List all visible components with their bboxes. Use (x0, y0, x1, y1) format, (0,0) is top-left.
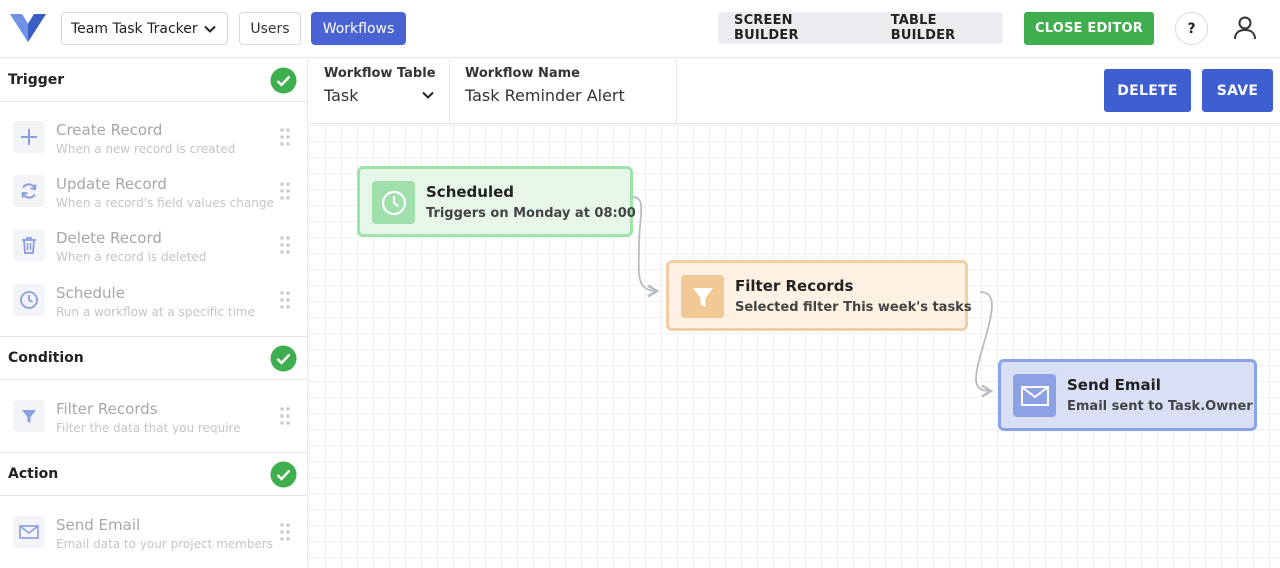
workflow-name-value[interactable]: Task Reminder Alert (465, 86, 625, 105)
item-title: Schedule (56, 284, 125, 302)
check-circle-icon (270, 67, 297, 94)
workflow-name-field[interactable]: Workflow Name Task Reminder Alert (450, 59, 677, 124)
item-subtitle: When a new record is created (56, 142, 236, 156)
item-subtitle: When a record's field values change (56, 196, 274, 210)
item-title: Send Email (56, 516, 141, 534)
section-trigger-header: Trigger (0, 59, 307, 102)
workflow-node-send-email[interactable]: Send Email Email sent to Task.Owner (998, 359, 1257, 431)
trash-icon (13, 229, 45, 261)
workflow-name-label: Workflow Name (465, 66, 580, 81)
check-circle-icon (270, 345, 297, 372)
node-subtitle: Triggers on Monday at 08:00 (426, 206, 636, 221)
workflow-table-label: Workflow Table (324, 66, 436, 81)
chevron-down-icon (422, 91, 434, 99)
brand-logo-icon[interactable] (10, 12, 46, 44)
item-title: Create Record (56, 121, 163, 139)
item-subtitle: Filter the data that you require (56, 421, 241, 435)
section-title: Condition (8, 350, 84, 366)
save-button[interactable]: SAVE (1202, 69, 1273, 112)
connector-scheduled-to-filter (632, 196, 660, 298)
connector-filter-to-email (975, 291, 994, 398)
envelope-icon (13, 516, 45, 548)
workflow-canvas[interactable]: Scheduled Triggers on Monday at 08:00 Fi… (309, 125, 1280, 568)
item-subtitle: When a record is deleted (56, 250, 207, 264)
clock-icon (13, 284, 45, 316)
workflow-editor-header: Workflow Table Task Workflow Name Task R… (309, 59, 1280, 124)
sidebar-item-update-record[interactable]: Update Record When a record's field valu… (0, 165, 307, 219)
workflow-node-filter-records[interactable]: Filter Records Selected filter This week… (666, 260, 972, 331)
workflow-table-select[interactable]: Workflow Table Task (309, 59, 450, 124)
node-subtitle: Email sent to Task.Owner (1067, 399, 1253, 414)
sidebar-item-filter-records[interactable]: Filter Records Filter the data that you … (0, 390, 307, 444)
sidebar-item-create-record[interactable]: Create Record When a new record is creat… (0, 111, 307, 165)
close-editor-button[interactable]: CLOSE EDITOR (1024, 12, 1154, 45)
users-button[interactable]: Users (239, 12, 301, 45)
drag-handle-icon[interactable] (279, 406, 291, 426)
delete-button[interactable]: DELETE (1104, 69, 1191, 112)
node-title: Filter Records (735, 277, 854, 295)
refresh-icon (13, 175, 45, 207)
node-subtitle: Selected filter This week's tasks (735, 300, 972, 315)
clock-icon (372, 181, 415, 224)
check-circle-icon (270, 461, 297, 488)
node-title: Scheduled (426, 183, 515, 201)
item-title: Update Record (56, 175, 167, 193)
table-builder-button[interactable]: TABLE BUILDER (891, 13, 1003, 43)
node-title: Send Email (1067, 376, 1161, 394)
chevron-down-icon (204, 25, 216, 33)
section-title: Trigger (8, 72, 65, 88)
drag-handle-icon[interactable] (279, 235, 291, 255)
project-select-value: Team Task Tracker (71, 20, 198, 37)
top-bar: Team Task Tracker Users Workflows SCREEN… (0, 0, 1280, 58)
envelope-icon (1013, 374, 1056, 417)
builder-switch: SCREEN BUILDER TABLE BUILDER (718, 12, 1003, 44)
filter-icon (681, 275, 724, 318)
item-title: Delete Record (56, 229, 162, 247)
section-condition-header: Condition (0, 337, 307, 380)
item-subtitle: Email data to your project members (56, 537, 274, 551)
workflows-button[interactable]: Workflows (311, 12, 406, 45)
drag-handle-icon[interactable] (279, 290, 291, 310)
filter-icon (13, 400, 45, 432)
project-select[interactable]: Team Task Tracker (61, 12, 228, 45)
sidebar-item-schedule[interactable]: Schedule Run a workflow at a specific ti… (0, 274, 307, 328)
screen-builder-button[interactable]: SCREEN BUILDER (734, 13, 859, 43)
user-profile-icon[interactable] (1231, 14, 1259, 42)
item-title: Filter Records (56, 400, 158, 418)
section-title: Action (8, 466, 59, 482)
drag-handle-icon[interactable] (279, 522, 291, 542)
section-action-header: Action (0, 453, 307, 496)
workflow-node-scheduled[interactable]: Scheduled Triggers on Monday at 08:00 (357, 166, 636, 237)
drag-handle-icon[interactable] (279, 127, 291, 147)
sidebar-item-send-email[interactable]: Send Email Email data to your project me… (0, 506, 307, 560)
workflow-table-value: Task (324, 86, 359, 105)
item-subtitle: Run a workflow at a specific time (56, 305, 255, 319)
sidebar-item-delete-record[interactable]: Delete Record When a record is deleted (0, 219, 307, 273)
help-button[interactable]: ? (1175, 12, 1208, 45)
plus-icon (13, 121, 45, 153)
sidebar: Trigger Create Record When a new record … (0, 59, 308, 568)
drag-handle-icon[interactable] (279, 181, 291, 201)
